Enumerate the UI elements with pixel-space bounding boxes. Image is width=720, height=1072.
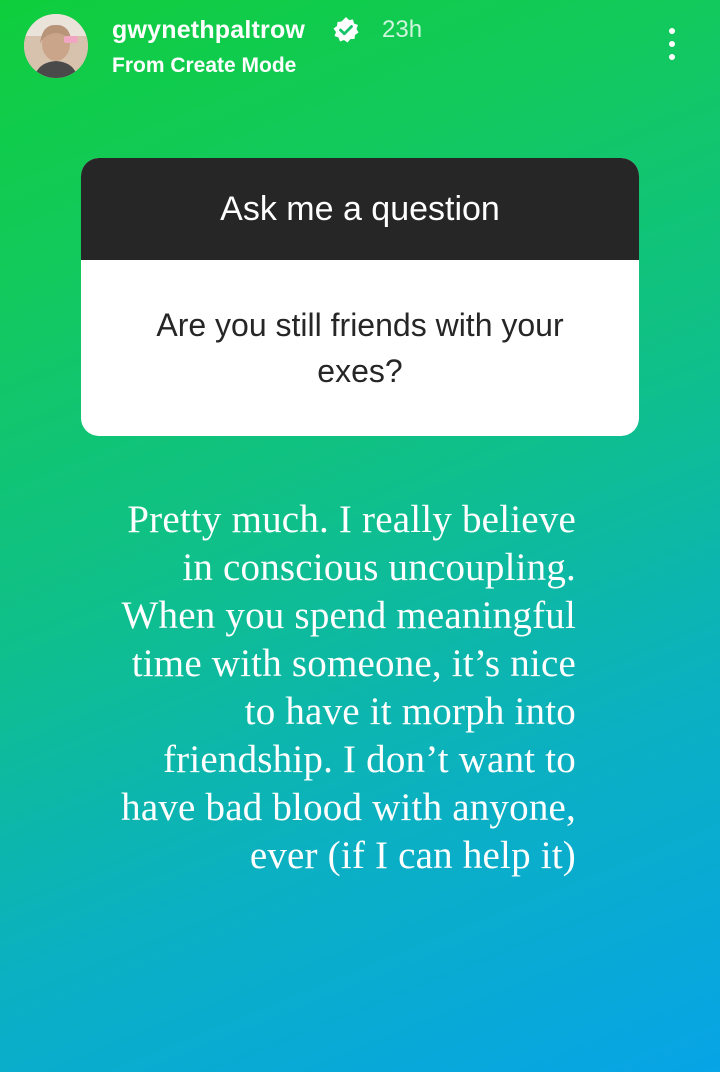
- more-vertical-icon[interactable]: [656, 24, 688, 64]
- post-timestamp: 23h: [382, 16, 423, 43]
- story-header: gwynethpaltrow 23h From Create Mode: [0, 0, 720, 100]
- create-mode-label[interactable]: From Create Mode: [112, 52, 296, 80]
- question-sticker-title: Ask me a question: [81, 158, 639, 260]
- answer-text: Pretty much. I really believe in conscio…: [121, 498, 576, 877]
- more-dot: [669, 28, 675, 34]
- story-view[interactable]: gwynethpaltrow 23h From Create Mode Ask …: [0, 0, 720, 1072]
- username[interactable]: gwynethpaltrow: [112, 14, 305, 46]
- question-sticker-question: Are you still friends with your exes?: [156, 307, 564, 389]
- more-dot: [669, 54, 675, 60]
- more-dot: [669, 41, 675, 47]
- question-sticker[interactable]: Ask me a question Are you still friends …: [81, 158, 639, 436]
- avatar[interactable]: [24, 14, 88, 78]
- verified-badge-icon: [332, 16, 360, 44]
